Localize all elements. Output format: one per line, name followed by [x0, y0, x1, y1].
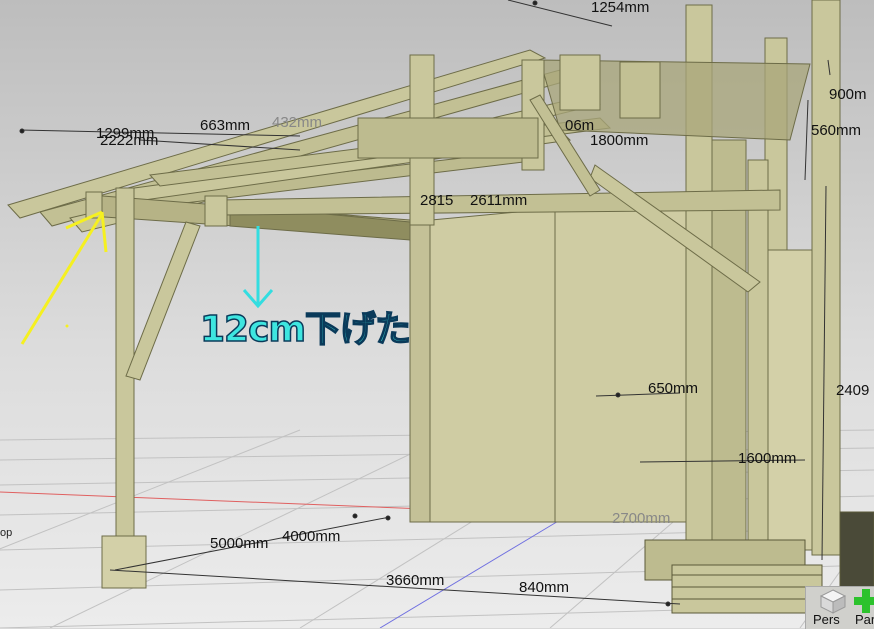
dimension-label-432: 432mm — [272, 114, 323, 131]
plus-icon — [854, 589, 874, 613]
dimension-label-2611: 2611mm — [470, 192, 528, 209]
dimension-label-900: 900m — [829, 86, 867, 103]
dimension-label-06: 06m — [565, 117, 595, 134]
dimension-label-2409: 2409 — [836, 382, 870, 399]
perspective-view-button[interactable]: Pers — [810, 587, 850, 629]
dimension-label-2700: 2700mm — [612, 510, 671, 527]
perspective-label: Pers — [813, 612, 840, 627]
dimension-label-1600: 1600mm — [738, 450, 797, 467]
wall-panel — [409, 195, 691, 523]
pergola-model-scene — [0, 0, 874, 628]
dimension-label-1254: 1254mm — [591, 0, 650, 16]
dimension-label-2222: 2222mm — [100, 132, 159, 149]
annotation-note: 12cm下げた — [199, 309, 411, 350]
dimension-label-3660: 3660mm — [386, 572, 445, 589]
dimension-label-663: 663mm — [200, 117, 251, 134]
top-view-label: op — [0, 527, 13, 539]
cube-icon — [819, 589, 847, 614]
3d-viewport[interactable]: 1254mm 1299mm 2222mm 663mm 432mm 06m 180… — [0, 0, 874, 628]
dimension-label-4000: 4000mm — [282, 528, 341, 545]
dimension-label-650: 650mm — [648, 380, 699, 397]
dimension-label-2815: 2815 — [420, 192, 454, 209]
dimension-label-560: 560mm — [811, 122, 862, 139]
parallel-view-button[interactable]: Par — [852, 587, 874, 629]
dimension-label-5000: 5000mm — [210, 535, 269, 552]
view-mode-widget: Pers Par — [805, 586, 874, 629]
parallel-label: Par — [855, 612, 874, 627]
dimension-label-840: 840mm — [519, 579, 570, 596]
dimension-label-1800: 1800mm — [590, 132, 649, 149]
